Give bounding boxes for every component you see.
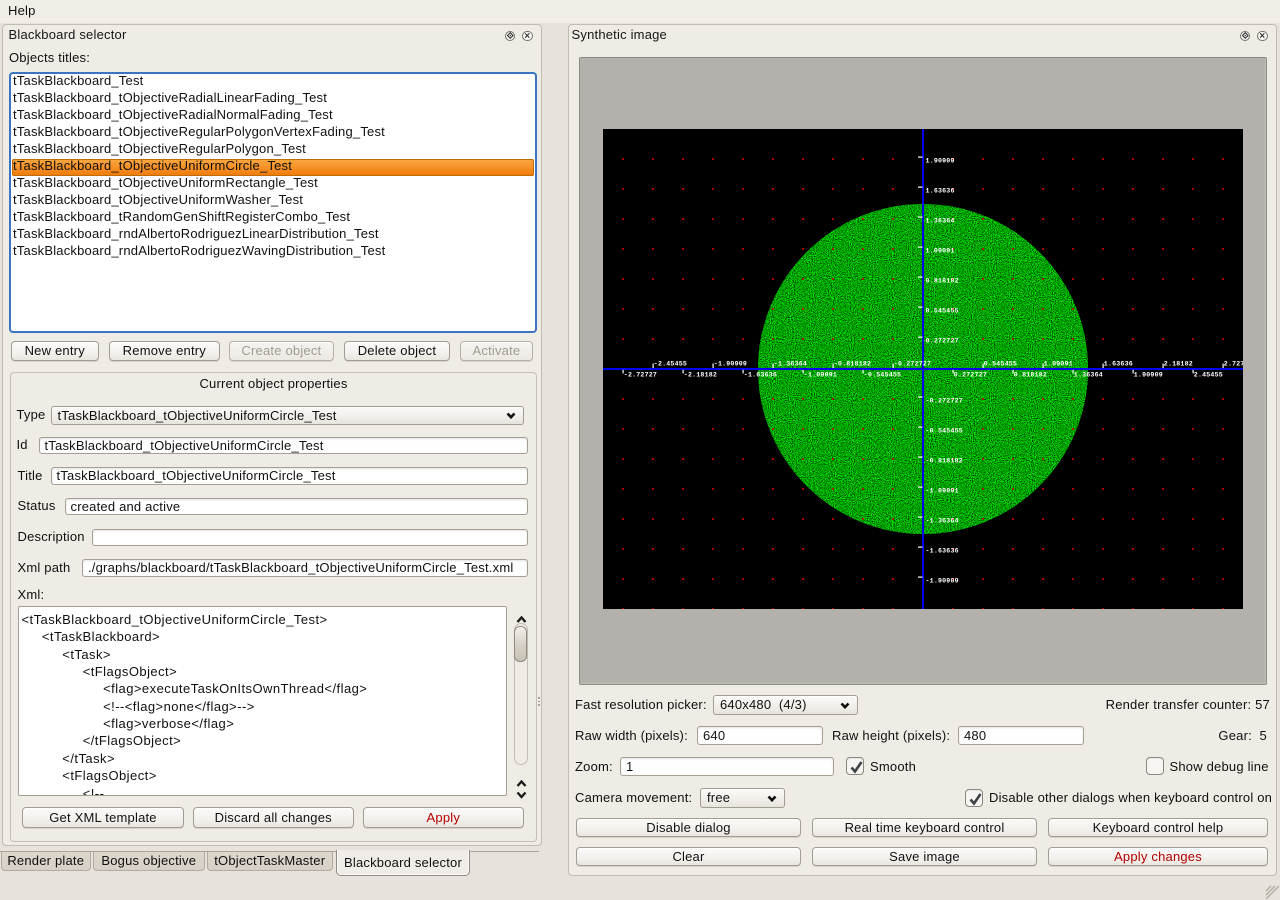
svg-text:1.09091: 1.09091 [926, 247, 955, 254]
svg-text:1.63636: 1.63636 [1104, 360, 1133, 367]
svg-text:-0.272727: -0.272727 [894, 360, 931, 367]
svg-text:-0.545455: -0.545455 [926, 427, 963, 434]
svg-text:0.818182: 0.818182 [926, 277, 959, 284]
svg-text:0.545455: 0.545455 [984, 360, 1017, 367]
svg-text:0.272727: 0.272727 [954, 371, 987, 378]
svg-text:-2.72727: -2.72727 [624, 371, 657, 378]
svg-text:-1.36364: -1.36364 [774, 360, 807, 367]
svg-text:-2.18182: -2.18182 [684, 371, 717, 378]
svg-text:2.18182: 2.18182 [1164, 360, 1193, 367]
svg-text:-1.09091: -1.09091 [804, 371, 837, 378]
svg-text:1.36364: 1.36364 [1074, 371, 1103, 378]
svg-text:1.90909: 1.90909 [1134, 371, 1163, 378]
svg-text:0.818182: 0.818182 [1014, 371, 1047, 378]
svg-text:-1.90909: -1.90909 [714, 360, 747, 367]
svg-text:1.36364: 1.36364 [926, 217, 955, 224]
svg-text:2.45455: 2.45455 [1194, 371, 1223, 378]
svg-text:-0.818182: -0.818182 [926, 457, 963, 464]
svg-text:-0.818182: -0.818182 [834, 360, 871, 367]
svg-text:-1.09091: -1.09091 [926, 487, 959, 494]
svg-text:-1.36364: -1.36364 [926, 517, 959, 524]
svg-text:1.90909: 1.90909 [926, 157, 955, 164]
svg-text:-0.545455: -0.545455 [864, 371, 901, 378]
svg-text:2.72727: 2.72727 [1224, 360, 1243, 367]
svg-text:-0.272727: -0.272727 [926, 397, 963, 404]
svg-text:0.272727: 0.272727 [926, 337, 959, 344]
svg-text:-1.63636: -1.63636 [744, 371, 777, 378]
svg-text:-1.63636: -1.63636 [926, 547, 959, 554]
svg-text:0.545455: 0.545455 [926, 307, 959, 314]
svg-text:-2.45455: -2.45455 [654, 360, 687, 367]
svg-text:1.09091: 1.09091 [1044, 360, 1073, 367]
svg-text:1.63636: 1.63636 [926, 187, 955, 194]
svg-text:-1.90909: -1.90909 [926, 577, 959, 584]
